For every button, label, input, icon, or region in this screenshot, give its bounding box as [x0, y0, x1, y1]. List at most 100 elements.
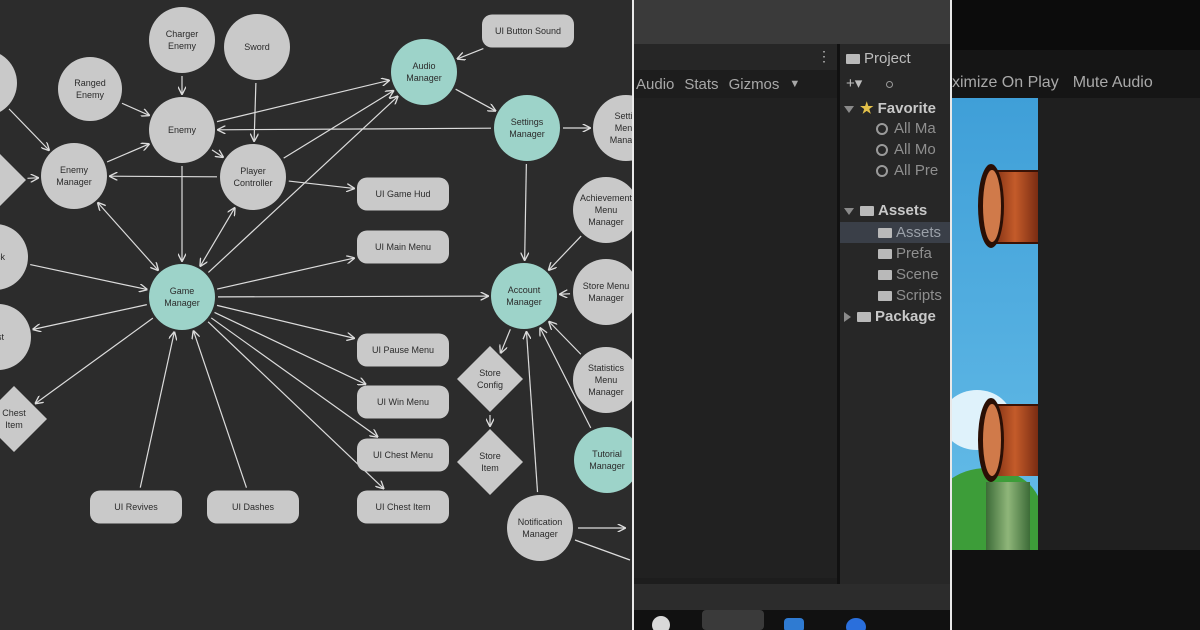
expand-arrow-icon[interactable] [844, 207, 854, 215]
node-shape [507, 495, 573, 561]
folder-icon [857, 312, 871, 323]
node-shape [58, 57, 122, 121]
tree-item-scenes[interactable]: Scene [878, 266, 939, 283]
node-ui-chest-item: UI Chest Item [357, 490, 449, 524]
node-label: UI Button Sound [495, 26, 561, 36]
folder-icon [846, 54, 860, 65]
node-charger: Charger Enemy [149, 7, 215, 73]
tree-item-scripts[interactable]: Scripts [878, 287, 942, 304]
active-app-icon[interactable] [702, 610, 764, 630]
project-tab-label: Project [864, 50, 911, 67]
toolbar-audio-button[interactable]: Audio [636, 76, 684, 93]
editor-title-bar [634, 0, 950, 44]
edge-game-manager-to-ui-main-menu [216, 258, 354, 290]
edge-account-manager-to-store-config [501, 329, 511, 353]
edge-player-controller-to-audio-manager [283, 91, 394, 159]
toolbar-gizmos-button[interactable]: Gizmos [729, 76, 790, 93]
game-view-panel: ximize On Play Mute Audio [952, 0, 1200, 630]
tree-packages[interactable]: Package [844, 308, 936, 325]
edge-game-manager-to-ui-pause-menu [216, 304, 354, 338]
node-audio-manager: Audio Manager [391, 39, 457, 105]
folder-icon [878, 291, 892, 302]
maximize-on-play-toggle[interactable]: ximize On Play [952, 74, 1073, 92]
tree-item-assets[interactable]: Assets [878, 224, 941, 241]
node-sword: Sword [224, 14, 290, 80]
node-shape [149, 264, 215, 330]
edge-statistics-to-account-manager [549, 322, 582, 355]
browser-icon[interactable] [846, 618, 866, 630]
node-store-menu: Store Menu Manager [573, 259, 632, 325]
project-tab[interactable]: Project [846, 50, 911, 67]
node-label: Pack [0, 252, 6, 262]
node-left-1: n [0, 54, 17, 112]
node-ui-main-menu: UI Main Menu [357, 230, 449, 264]
edge-left-1-to-enemy-manager [8, 108, 49, 150]
tree-item-fav-1[interactable]: All Mo [876, 141, 936, 158]
collapse-arrow-icon[interactable] [844, 312, 851, 323]
diagram-canvas: Charger Enemy Sword Ranged Enemy Enemy Enemy Ma… [0, 7, 632, 561]
mute-audio-toggle[interactable]: Mute Audio [1073, 74, 1153, 92]
edge-notification-to-account-manager [526, 332, 539, 493]
vscode-icon[interactable] [784, 618, 804, 630]
node-label: UI Win Menu [377, 397, 429, 407]
game-toolbar: ximize On Play Mute Audio [952, 68, 1153, 98]
edge-game-manager-to-left-est [33, 304, 147, 330]
tree-item-prefabs[interactable]: Prefa [878, 245, 932, 262]
edge-enemy-to-audio-manager [216, 80, 389, 123]
star-icon: ★ [860, 100, 874, 117]
search-icon [876, 165, 888, 178]
search-icon[interactable] [886, 80, 894, 88]
edge-ranged-to-enemy [121, 102, 149, 115]
tree-assets[interactable]: Assets [844, 202, 927, 219]
node-game-manager: Game Manager [149, 264, 215, 330]
node-label: est [0, 332, 4, 342]
project-window: Project +▾ ★ Favorite All Ma All Mo All … [840, 44, 950, 584]
architecture-diagram: Charger Enemy Sword Ranged Enemy Enemy Enemy Ma… [0, 0, 632, 630]
game-header [952, 0, 1200, 50]
tree-item-fav-0[interactable]: All Ma [876, 120, 936, 137]
toolbar-stats-button[interactable]: Stats [684, 76, 728, 93]
favorites-label: Favorite [877, 100, 936, 117]
edge-ui-dashes-to-game-manager [194, 331, 248, 488]
node-shape [0, 154, 26, 206]
node-account-manager: Account Manager [491, 263, 557, 329]
node-label: Sword [244, 42, 270, 52]
tree-favorites[interactable]: ★ Favorite [844, 99, 936, 117]
folder-icon [878, 228, 892, 239]
node-shape [494, 95, 560, 161]
node-shape [573, 259, 632, 325]
node-shape [574, 427, 632, 493]
search-icon [876, 144, 888, 157]
expand-arrow-icon[interactable] [844, 105, 854, 113]
node-label: Enemy [168, 125, 197, 135]
tab-menu-icon[interactable]: ⋮ [817, 48, 831, 65]
node-left-est: est [0, 304, 31, 370]
scene-view[interactable] [634, 98, 837, 578]
edge-player-controller-to-ui-game-hud [288, 180, 354, 188]
edge-enemy-manager-to-game-manager [98, 203, 158, 270]
node-label: UI Chest Menu [373, 450, 433, 460]
editor-status-bar [634, 584, 950, 610]
node-label: UI Pause Menu [372, 345, 434, 355]
node-label: UI Main Menu [375, 242, 431, 252]
composite-image: Charger Enemy Sword Ranged Enemy Enemy Enemy Ma… [0, 0, 1200, 630]
node-shape [457, 346, 523, 412]
unity-editor-panel: ⋮ Audio Stats Gizmos ▼ Project +▾ ★ Favo… [634, 0, 950, 630]
node-shape [491, 263, 557, 329]
node-ui-game-hud: UI Game Hud [357, 177, 449, 211]
tree-item-fav-2[interactable]: All Pre [876, 162, 938, 179]
edge-player-controller-to-enemy-manager [110, 176, 218, 177]
node-shape [149, 7, 215, 73]
node-label: UI Revives [114, 502, 158, 512]
chevron-down-icon[interactable]: ▼ [789, 78, 810, 90]
unity-icon[interactable] [652, 616, 670, 630]
node-achievement: Achievement Menu Manager [573, 177, 632, 243]
node-enemy-manager: Enemy Manager [41, 143, 107, 209]
create-add-button[interactable]: +▾ [846, 74, 899, 92]
os-taskbar [634, 610, 950, 630]
game-viewport[interactable] [952, 98, 1042, 558]
node-settings-menu: SettinMenuManage [593, 95, 632, 161]
node-shape [457, 429, 523, 495]
node-ui-revives: UI Revives [90, 490, 182, 524]
edge-ui-button-sound-to-audio-manager [457, 48, 484, 59]
